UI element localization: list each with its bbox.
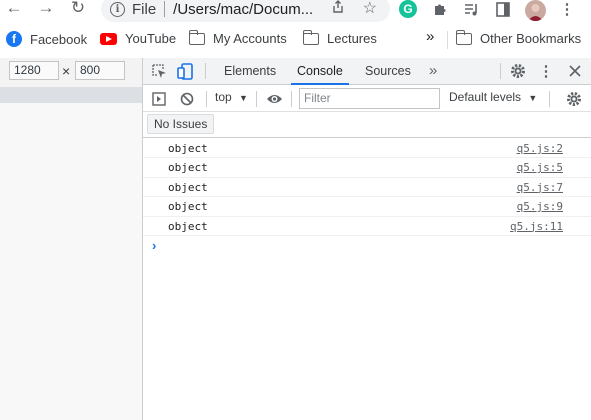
issues-button[interactable]: No Issues <box>147 114 215 134</box>
bookmark-my-accounts[interactable]: My Accounts <box>188 29 287 46</box>
bookmarks-divider <box>447 31 448 49</box>
folder-icon <box>188 29 205 45</box>
page-viewport: 1280 × 800 <box>0 58 142 420</box>
page-content <box>0 103 142 420</box>
log-entry: object q5.js:9 <box>143 197 591 217</box>
log-levels-dropdown[interactable]: Default levels ▼ <box>449 90 537 104</box>
bookmark-youtube[interactable]: YouTube <box>100 31 176 46</box>
tab-bar-divider <box>500 63 501 79</box>
context-label: top <box>215 90 232 104</box>
log-message: object <box>168 161 208 175</box>
more-vert-icon[interactable]: ⋮ <box>560 0 575 18</box>
omnibox-divider <box>164 1 166 17</box>
bookmark-facebook[interactable]: f Facebook <box>6 31 87 47</box>
address-bar[interactable]: i File /Users/mac/Docum... ☆ <box>101 0 390 22</box>
tab-bar-divider <box>205 63 206 79</box>
url-text[interactable]: /Users/mac/Docum... <box>173 1 313 18</box>
forward-button[interactable]: → <box>35 0 57 19</box>
side-panel-icon[interactable] <box>494 0 512 18</box>
bookmark-label: YouTube <box>125 31 177 46</box>
more-tabs-button[interactable]: » <box>429 58 437 84</box>
log-source-link[interactable]: q5.js:2 <box>517 139 563 158</box>
bookmarks-overflow-button[interactable]: » <box>426 28 434 45</box>
tab-console[interactable]: Console <box>291 58 349 85</box>
tab-sources[interactable]: Sources <box>365 58 411 84</box>
dropdown-arrow-icon: ▼ <box>239 93 248 103</box>
inspect-element-icon[interactable] <box>151 63 167 79</box>
log-message: object <box>168 219 208 233</box>
youtube-icon <box>100 32 117 45</box>
log-message: object <box>168 180 208 194</box>
log-entry: object q5.js:7 <box>143 178 591 198</box>
devtools-panel: Elements Console Sources » ⋮ top ▼ Filte… <box>142 58 591 420</box>
facebook-icon: f <box>6 31 22 47</box>
bookmark-label: Facebook <box>30 31 88 47</box>
clear-console-icon[interactable] <box>179 91 195 107</box>
share-icon[interactable] <box>332 0 344 17</box>
toolbar-divider <box>549 91 550 107</box>
log-source-link[interactable]: q5.js:5 <box>517 158 563 177</box>
console-filter-input[interactable]: Filter <box>299 88 440 109</box>
bookmark-label: Other Bookmarks <box>480 31 582 46</box>
back-button[interactable]: ← <box>3 0 25 19</box>
log-entry: object q5.js:5 <box>143 158 591 178</box>
arrow-left-icon: ← <box>5 0 23 17</box>
bookmark-label: My Accounts <box>213 31 287 46</box>
log-source-link[interactable]: q5.js:11 <box>510 217 563 236</box>
log-message: object <box>168 200 208 214</box>
log-entry: object q5.js:2 <box>143 139 591 159</box>
folder-icon <box>455 29 472 45</box>
reload-button[interactable]: ↻ <box>67 0 89 19</box>
log-levels-label: Default levels <box>449 90 522 104</box>
settings-gear-icon[interactable] <box>509 62 527 80</box>
toolbar-divider <box>291 91 292 107</box>
profile-avatar[interactable] <box>525 0 546 21</box>
device-toolbar: 1280 × 800 <box>0 58 142 85</box>
issues-bar: No Issues <box>143 112 591 138</box>
extensions-puzzle-icon[interactable] <box>431 0 449 18</box>
log-message: object <box>168 142 208 155</box>
sidebar-toggle-icon[interactable] <box>151 91 167 107</box>
device-width-input[interactable]: 1280 <box>9 61 59 80</box>
bookmark-other[interactable]: Other Bookmarks <box>455 29 582 46</box>
eye-icon[interactable] <box>265 91 283 107</box>
toolbar-divider <box>256 91 257 107</box>
more-vert-icon[interactable]: ⋮ <box>539 62 554 80</box>
folder-icon <box>302 29 319 45</box>
log-entry: object q5.js:11 <box>143 217 591 236</box>
dropdown-arrow-icon: ▼ <box>528 93 538 103</box>
bookmark-label: Lectures <box>327 31 377 46</box>
scheme-label: File <box>132 0 157 18</box>
device-toggle-icon[interactable] <box>176 62 194 80</box>
context-selector[interactable]: top ▼ <box>215 90 248 104</box>
site-info-icon[interactable]: i <box>110 1 125 17</box>
grammarly-icon[interactable]: G <box>399 0 417 18</box>
bookmark-lectures[interactable]: Lectures <box>302 29 377 46</box>
console-prompt[interactable]: › <box>152 238 156 253</box>
arrow-right-icon: → <box>37 0 55 17</box>
console-settings-gear-icon[interactable] <box>565 90 583 108</box>
console-log-list: object q5.js:2 object q5.js:5 object q5.… <box>143 139 591 253</box>
reload-icon: ↻ <box>70 0 86 17</box>
bookmarks-bar: f Facebook YouTube My Accounts Lectures … <box>0 26 591 54</box>
chevron-double-right-icon: » <box>426 28 435 45</box>
log-source-link[interactable]: q5.js:7 <box>517 178 563 197</box>
page-header-strip <box>0 87 142 103</box>
log-source-link[interactable]: q5.js:9 <box>517 197 563 216</box>
media-control-icon[interactable] <box>462 0 480 18</box>
toolbar-divider <box>206 91 207 107</box>
dimension-separator: × <box>62 63 71 79</box>
devtools-tab-bar: Elements Console Sources » ⋮ <box>143 58 591 85</box>
tab-elements[interactable]: Elements <box>224 58 276 84</box>
close-icon[interactable] <box>567 62 583 80</box>
device-height-input[interactable]: 800 <box>75 61 125 80</box>
console-toolbar: top ▼ Filter Default levels ▼ <box>143 86 591 112</box>
bookmark-star-icon[interactable]: ☆ <box>363 0 377 18</box>
browser-toolbar: ← → ↻ i File /Users/mac/Docum... ☆ G ⋮ <box>0 0 591 24</box>
